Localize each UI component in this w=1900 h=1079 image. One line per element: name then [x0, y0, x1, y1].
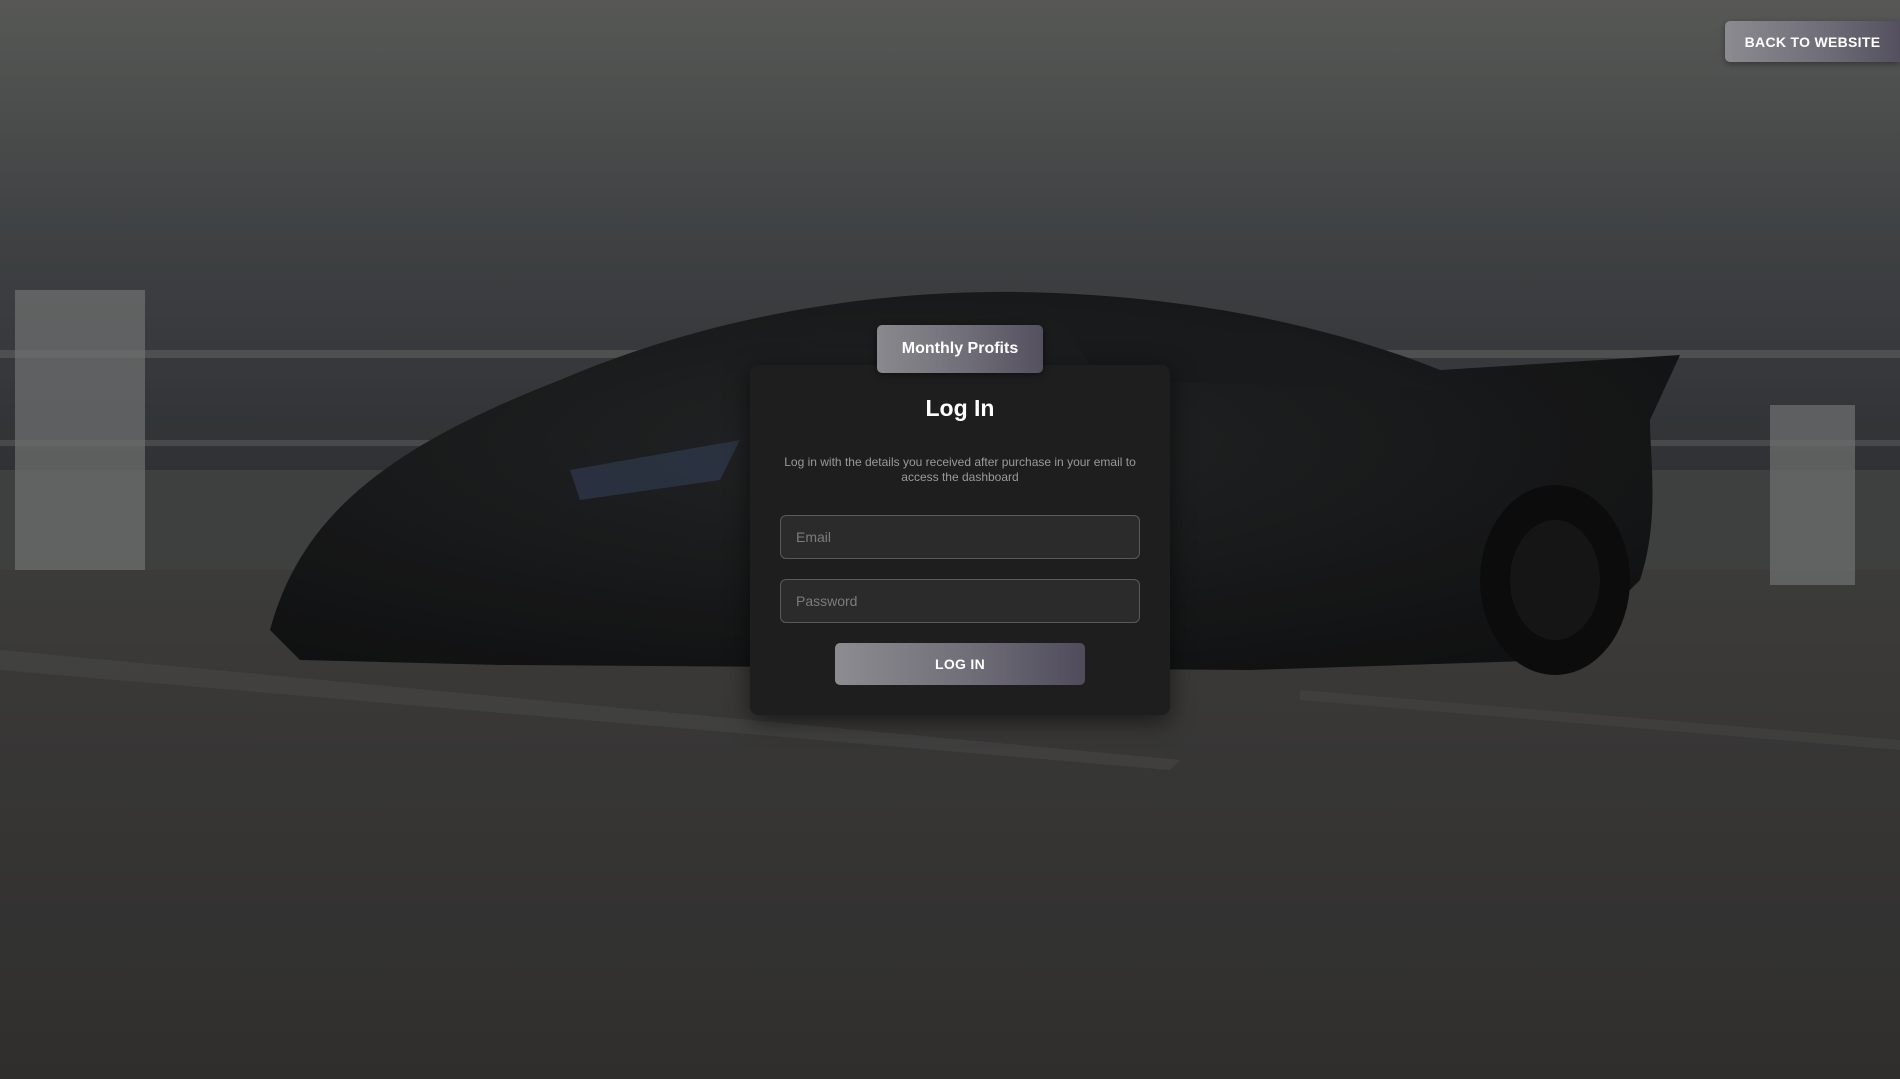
brand-tab: Monthly Profits: [877, 325, 1043, 373]
login-card: Log In Log in with the details you recei…: [750, 365, 1170, 715]
login-title: Log In: [925, 395, 995, 421]
password-input[interactable]: [780, 579, 1140, 623]
back-to-website-button[interactable]: BACK TO WEBSITE: [1725, 21, 1900, 62]
login-description: Log in with the details you received aft…: [784, 455, 1136, 484]
email-input[interactable]: [780, 515, 1140, 559]
login-button[interactable]: LOG IN: [835, 643, 1085, 685]
